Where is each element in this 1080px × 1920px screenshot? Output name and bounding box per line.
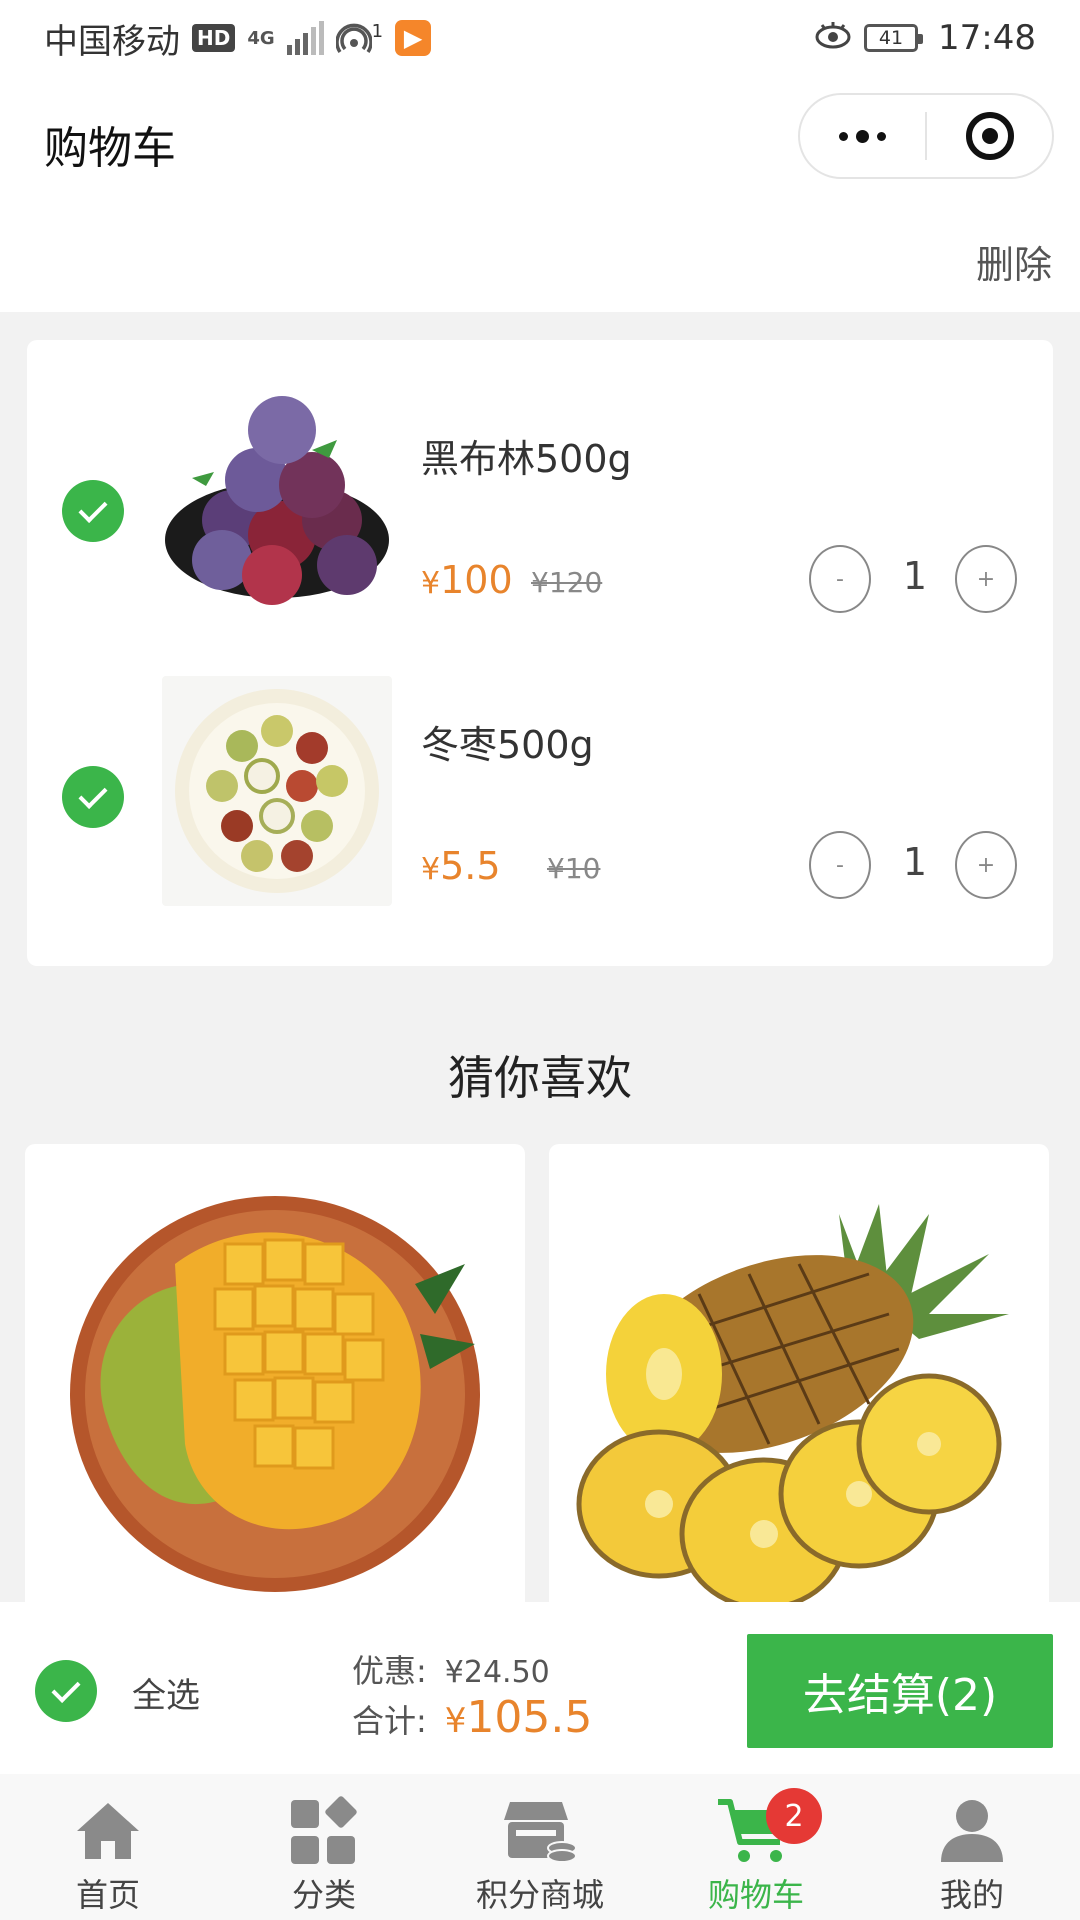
battery-level: 41	[878, 27, 904, 49]
item-name: 黑布林500g	[421, 437, 632, 481]
original-price: ¥120	[531, 566, 603, 599]
currency-symbol: ¥	[421, 852, 441, 887]
tab-category[interactable]: 分类	[216, 1774, 432, 1920]
cart-count-badge: 2	[766, 1788, 822, 1844]
discount-row: 优惠: ¥24.50	[352, 1646, 550, 1692]
mini-program-capsule	[798, 93, 1054, 179]
cart-item: 冬枣500g ¥5.5 ¥10 - 1 +	[27, 626, 1053, 916]
store-icon	[500, 1796, 580, 1866]
home-icon	[68, 1796, 148, 1866]
jujube-image	[162, 676, 392, 906]
category-icon	[284, 1796, 364, 1866]
select-all-checkbox[interactable]	[35, 1660, 97, 1722]
signal-icon	[286, 21, 324, 55]
tab-label: 积分商城	[475, 1876, 604, 1914]
original-price: ¥10	[547, 852, 601, 885]
network-type: 4G	[247, 27, 275, 49]
tab-label: 我的	[939, 1876, 1004, 1914]
status-bar: 中国移动 HD 4G 1 ▶ 41 17:48	[0, 0, 1080, 76]
pineapple-image	[576, 1204, 1009, 1611]
quantity-value: 1	[902, 840, 928, 884]
total-label: 合计:	[352, 1702, 427, 1740]
total-price: ¥105.5	[445, 1692, 593, 1743]
delete-button[interactable]: 删除	[976, 234, 1052, 289]
discount-value: ¥24.50	[444, 1655, 550, 1690]
total-currency: ¥	[444, 1701, 467, 1741]
cart-list: 黑布林500g ¥100 ¥120 - 1 + 冬枣500g ¥5.5 ¥10 …	[27, 340, 1053, 966]
page-title: 购物车	[44, 123, 176, 174]
item-checkbox[interactable]	[62, 766, 124, 828]
hotspot-icon: 1	[335, 21, 384, 55]
increase-quantity-button[interactable]: +	[955, 831, 1017, 899]
more-button[interactable]	[800, 95, 925, 177]
increase-quantity-button[interactable]: +	[955, 545, 1017, 613]
recommend-card-mango[interactable]	[25, 1144, 525, 1624]
tab-label: 购物车	[707, 1876, 804, 1914]
tab-label: 首页	[75, 1876, 140, 1914]
cart-item: 黑布林500g ¥100 ¥120 - 1 +	[27, 340, 1053, 630]
checkout-bar: 全选 优惠: ¥24.50 合计: ¥105.5 去结算(2)	[0, 1602, 1080, 1774]
currency-symbol: ¥	[421, 566, 441, 601]
carrier-name: 中国移动	[44, 21, 180, 62]
plum-image	[162, 390, 392, 620]
item-price: ¥100	[421, 558, 513, 602]
close-mini-program-button[interactable]	[927, 95, 1052, 177]
total-row: 合计: ¥105.5	[352, 1692, 592, 1743]
item-checkbox[interactable]	[62, 480, 124, 542]
select-all-label[interactable]: 全选	[132, 1668, 200, 1717]
total-value: 105.5	[466, 1692, 593, 1743]
target-icon	[965, 112, 1014, 160]
battery-icon: 41	[864, 24, 924, 52]
recommend-title: 猜你喜欢	[448, 1051, 632, 1105]
item-name: 冬枣500g	[421, 723, 594, 767]
tab-label: 分类	[291, 1876, 356, 1914]
recommend-card-pineapple[interactable]	[549, 1144, 1049, 1624]
eye-icon	[814, 18, 852, 58]
mango-image	[70, 1196, 480, 1592]
user-icon	[932, 1796, 1012, 1866]
item-price: ¥5.5	[421, 844, 501, 888]
hotspot-count: 1	[371, 21, 384, 42]
tab-mine[interactable]: 我的	[864, 1774, 1080, 1920]
hd-badge: HD	[192, 24, 236, 52]
decrease-quantity-button[interactable]: -	[809, 831, 871, 899]
price-value: 100	[440, 558, 513, 602]
quantity-value: 1	[902, 554, 928, 598]
clock: 17:48	[938, 18, 1036, 58]
checkout-button[interactable]: 去结算(2)	[747, 1634, 1053, 1748]
discount-label: 优惠:	[352, 1652, 427, 1690]
status-right: 41 17:48	[814, 18, 1036, 58]
tab-cart[interactable]: 2 购物车	[648, 1774, 864, 1920]
decrease-quantity-button[interactable]: -	[809, 545, 871, 613]
cart-toolbar: 删除	[0, 202, 1080, 312]
price-value: 5.5	[440, 844, 501, 888]
status-left: 中国移动 HD 4G 1 ▶	[44, 14, 432, 63]
tab-home[interactable]: 首页	[0, 1774, 216, 1920]
app-notification-icon: ▶	[395, 20, 432, 56]
nav-bar: 购物车	[0, 76, 1080, 202]
tab-bar: 首页 分类 积分商城 2 购物车 我的	[0, 1774, 1080, 1920]
more-dots-icon	[839, 129, 886, 143]
tab-points-store[interactable]: 积分商城	[432, 1774, 648, 1920]
